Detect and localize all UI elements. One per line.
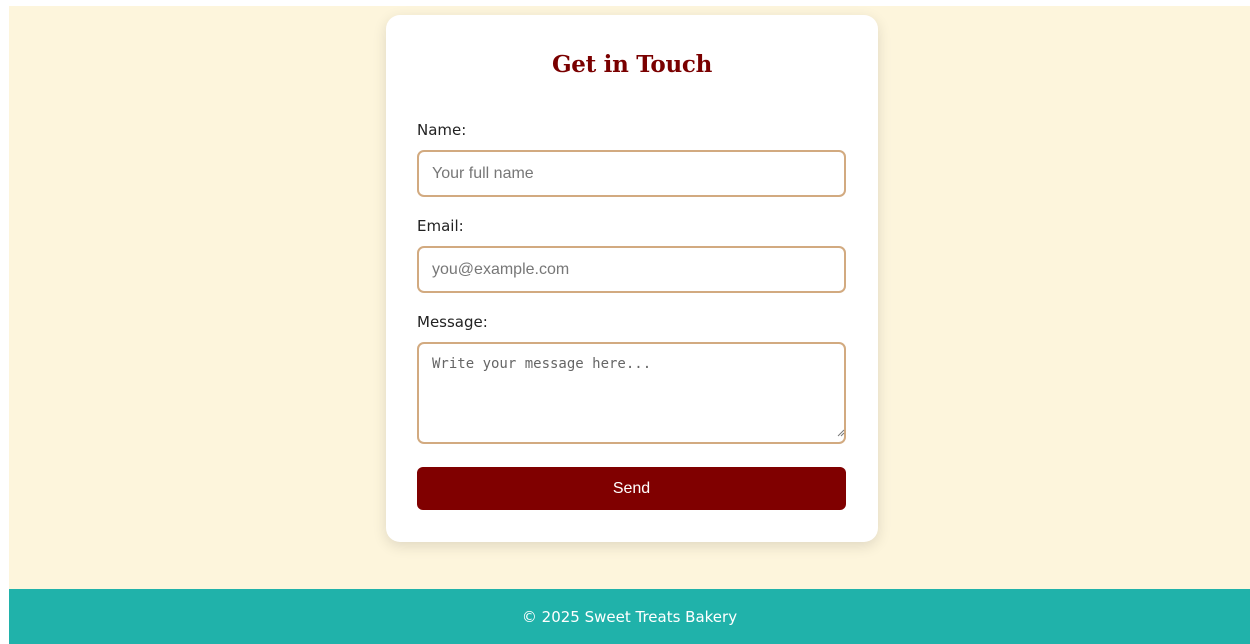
form-title: Get in Touch (551, 51, 713, 78)
name-input[interactable] (417, 150, 846, 197)
footer-copyright: © 2025 Sweet Treats Bakery (521, 607, 738, 626)
footer: © 2025 Sweet Treats Bakery (9, 589, 1250, 644)
email-input[interactable] (417, 246, 846, 293)
message-textarea[interactable] (417, 342, 846, 444)
resize-grip-icon[interactable] (837, 429, 845, 437)
page-background: Get in Touch Name: Email: Message: Send … (9, 6, 1250, 644)
name-label: Name: (417, 121, 467, 139)
contact-form-card: Get in Touch Name: Email: Message: Send (386, 15, 878, 542)
message-label: Message: (417, 313, 488, 331)
send-button[interactable]: Send (417, 467, 846, 510)
email-label: Email: (417, 217, 464, 235)
